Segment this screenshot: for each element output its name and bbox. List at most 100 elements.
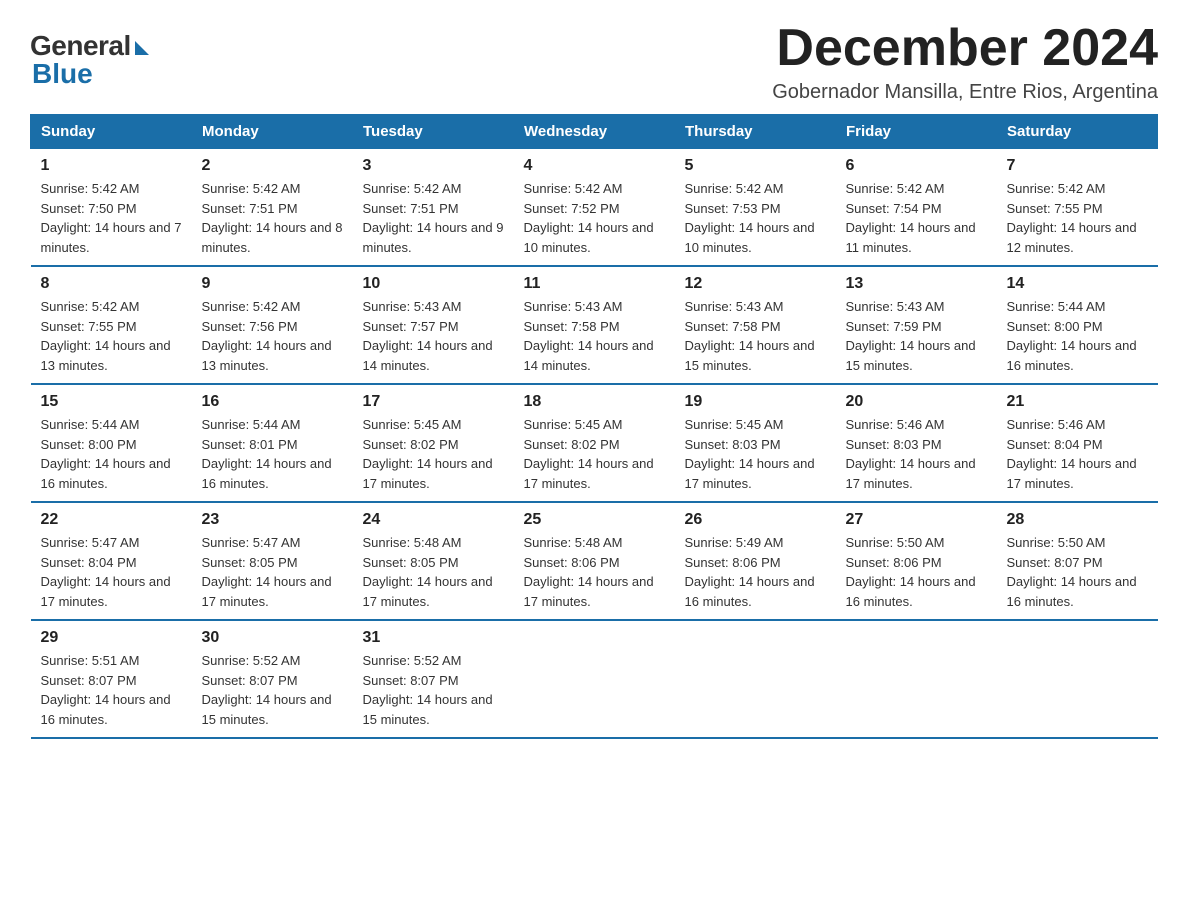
sunrise-label: Sunrise: 5:46 AM <box>846 417 945 432</box>
calendar-cell: 15 Sunrise: 5:44 AM Sunset: 8:00 PM Dayl… <box>31 384 192 502</box>
day-info: Sunrise: 5:43 AM Sunset: 7:57 PM Dayligh… <box>363 297 504 375</box>
day-info: Sunrise: 5:47 AM Sunset: 8:05 PM Dayligh… <box>202 533 343 611</box>
calendar-cell: 9 Sunrise: 5:42 AM Sunset: 7:56 PM Dayli… <box>192 266 353 384</box>
page-header: General Blue December 2024 Gobernador Ma… <box>30 20 1158 104</box>
calendar-cell: 10 Sunrise: 5:43 AM Sunset: 7:57 PM Dayl… <box>353 266 514 384</box>
daylight-label: Daylight: 14 hours and 14 minutes. <box>524 338 654 373</box>
day-number: 7 <box>1007 157 1148 175</box>
calendar-cell <box>514 620 675 738</box>
sunset-label: Sunset: 8:00 PM <box>41 437 137 452</box>
calendar-table: SundayMondayTuesdayWednesdayThursdayFrid… <box>30 114 1158 739</box>
calendar-cell: 30 Sunrise: 5:52 AM Sunset: 8:07 PM Dayl… <box>192 620 353 738</box>
logo: General Blue <box>30 20 149 90</box>
sunset-label: Sunset: 8:07 PM <box>41 673 137 688</box>
calendar-cell: 4 Sunrise: 5:42 AM Sunset: 7:52 PM Dayli… <box>514 149 675 267</box>
day-number: 27 <box>846 511 987 529</box>
day-info: Sunrise: 5:42 AM Sunset: 7:55 PM Dayligh… <box>1007 179 1148 257</box>
daylight-label: Daylight: 14 hours and 17 minutes. <box>41 574 171 609</box>
day-info: Sunrise: 5:48 AM Sunset: 8:06 PM Dayligh… <box>524 533 665 611</box>
calendar-week-row: 8 Sunrise: 5:42 AM Sunset: 7:55 PM Dayli… <box>31 266 1158 384</box>
daylight-label: Daylight: 14 hours and 17 minutes. <box>202 574 332 609</box>
sunrise-label: Sunrise: 5:50 AM <box>1007 535 1106 550</box>
month-title: December 2024 <box>772 20 1158 77</box>
sunrise-label: Sunrise: 5:50 AM <box>846 535 945 550</box>
daylight-label: Daylight: 14 hours and 9 minutes. <box>363 220 504 255</box>
day-number: 22 <box>41 511 182 529</box>
daylight-label: Daylight: 14 hours and 13 minutes. <box>202 338 332 373</box>
sunrise-label: Sunrise: 5:52 AM <box>202 653 301 668</box>
daylight-label: Daylight: 14 hours and 11 minutes. <box>846 220 976 255</box>
sunset-label: Sunset: 8:05 PM <box>202 555 298 570</box>
day-info: Sunrise: 5:45 AM Sunset: 8:02 PM Dayligh… <box>363 415 504 493</box>
sunset-label: Sunset: 7:59 PM <box>846 319 942 334</box>
daylight-label: Daylight: 14 hours and 16 minutes. <box>202 456 332 491</box>
day-info: Sunrise: 5:50 AM Sunset: 8:06 PM Dayligh… <box>846 533 987 611</box>
sunset-label: Sunset: 7:50 PM <box>41 201 137 216</box>
sunset-label: Sunset: 8:03 PM <box>685 437 781 452</box>
day-number: 13 <box>846 275 987 293</box>
day-info: Sunrise: 5:47 AM Sunset: 8:04 PM Dayligh… <box>41 533 182 611</box>
sunrise-label: Sunrise: 5:42 AM <box>524 181 623 196</box>
daylight-label: Daylight: 14 hours and 16 minutes. <box>1007 574 1137 609</box>
sunrise-label: Sunrise: 5:44 AM <box>41 417 140 432</box>
day-number: 15 <box>41 393 182 411</box>
sunrise-label: Sunrise: 5:43 AM <box>524 299 623 314</box>
sunset-label: Sunset: 7:58 PM <box>685 319 781 334</box>
day-number: 29 <box>41 629 182 647</box>
sunset-label: Sunset: 7:56 PM <box>202 319 298 334</box>
sunset-label: Sunset: 8:06 PM <box>846 555 942 570</box>
daylight-label: Daylight: 14 hours and 17 minutes. <box>363 574 493 609</box>
day-number: 21 <box>1007 393 1148 411</box>
day-number: 14 <box>1007 275 1148 293</box>
daylight-label: Daylight: 14 hours and 16 minutes. <box>1007 338 1137 373</box>
calendar-cell: 22 Sunrise: 5:47 AM Sunset: 8:04 PM Dayl… <box>31 502 192 620</box>
day-info: Sunrise: 5:42 AM Sunset: 7:53 PM Dayligh… <box>685 179 826 257</box>
day-info: Sunrise: 5:45 AM Sunset: 8:02 PM Dayligh… <box>524 415 665 493</box>
sunrise-label: Sunrise: 5:43 AM <box>846 299 945 314</box>
calendar-cell: 16 Sunrise: 5:44 AM Sunset: 8:01 PM Dayl… <box>192 384 353 502</box>
calendar-cell: 14 Sunrise: 5:44 AM Sunset: 8:00 PM Dayl… <box>997 266 1158 384</box>
daylight-label: Daylight: 14 hours and 17 minutes. <box>846 456 976 491</box>
sunset-label: Sunset: 7:55 PM <box>1007 201 1103 216</box>
daylight-label: Daylight: 14 hours and 16 minutes. <box>846 574 976 609</box>
calendar-week-row: 22 Sunrise: 5:47 AM Sunset: 8:04 PM Dayl… <box>31 502 1158 620</box>
calendar-cell: 28 Sunrise: 5:50 AM Sunset: 8:07 PM Dayl… <box>997 502 1158 620</box>
sunset-label: Sunset: 8:06 PM <box>685 555 781 570</box>
calendar-header-monday: Monday <box>192 115 353 149</box>
sunset-label: Sunset: 8:04 PM <box>41 555 137 570</box>
day-number: 16 <box>202 393 343 411</box>
sunrise-label: Sunrise: 5:45 AM <box>685 417 784 432</box>
calendar-header-sunday: Sunday <box>31 115 192 149</box>
sunrise-label: Sunrise: 5:43 AM <box>685 299 784 314</box>
daylight-label: Daylight: 14 hours and 15 minutes. <box>846 338 976 373</box>
daylight-label: Daylight: 14 hours and 12 minutes. <box>1007 220 1137 255</box>
sunset-label: Sunset: 7:53 PM <box>685 201 781 216</box>
day-info: Sunrise: 5:46 AM Sunset: 8:04 PM Dayligh… <box>1007 415 1148 493</box>
sunset-label: Sunset: 8:07 PM <box>1007 555 1103 570</box>
day-info: Sunrise: 5:46 AM Sunset: 8:03 PM Dayligh… <box>846 415 987 493</box>
calendar-cell: 20 Sunrise: 5:46 AM Sunset: 8:03 PM Dayl… <box>836 384 997 502</box>
sunrise-label: Sunrise: 5:51 AM <box>41 653 140 668</box>
daylight-label: Daylight: 14 hours and 17 minutes. <box>1007 456 1137 491</box>
calendar-cell: 7 Sunrise: 5:42 AM Sunset: 7:55 PM Dayli… <box>997 149 1158 267</box>
calendar-cell: 6 Sunrise: 5:42 AM Sunset: 7:54 PM Dayli… <box>836 149 997 267</box>
daylight-label: Daylight: 14 hours and 13 minutes. <box>41 338 171 373</box>
day-info: Sunrise: 5:42 AM Sunset: 7:51 PM Dayligh… <box>202 179 343 257</box>
day-number: 2 <box>202 157 343 175</box>
day-info: Sunrise: 5:42 AM Sunset: 7:50 PM Dayligh… <box>41 179 182 257</box>
sunset-label: Sunset: 8:06 PM <box>524 555 620 570</box>
day-number: 9 <box>202 275 343 293</box>
day-number: 25 <box>524 511 665 529</box>
calendar-header-wednesday: Wednesday <box>514 115 675 149</box>
calendar-cell: 12 Sunrise: 5:43 AM Sunset: 7:58 PM Dayl… <box>675 266 836 384</box>
calendar-cell <box>997 620 1158 738</box>
day-info: Sunrise: 5:50 AM Sunset: 8:07 PM Dayligh… <box>1007 533 1148 611</box>
day-number: 12 <box>685 275 826 293</box>
calendar-cell: 19 Sunrise: 5:45 AM Sunset: 8:03 PM Dayl… <box>675 384 836 502</box>
title-area: December 2024 Gobernador Mansilla, Entre… <box>772 20 1158 104</box>
sunset-label: Sunset: 8:02 PM <box>363 437 459 452</box>
daylight-label: Daylight: 14 hours and 16 minutes. <box>41 692 171 727</box>
calendar-cell: 18 Sunrise: 5:45 AM Sunset: 8:02 PM Dayl… <box>514 384 675 502</box>
calendar-cell: 3 Sunrise: 5:42 AM Sunset: 7:51 PM Dayli… <box>353 149 514 267</box>
day-info: Sunrise: 5:43 AM Sunset: 7:59 PM Dayligh… <box>846 297 987 375</box>
